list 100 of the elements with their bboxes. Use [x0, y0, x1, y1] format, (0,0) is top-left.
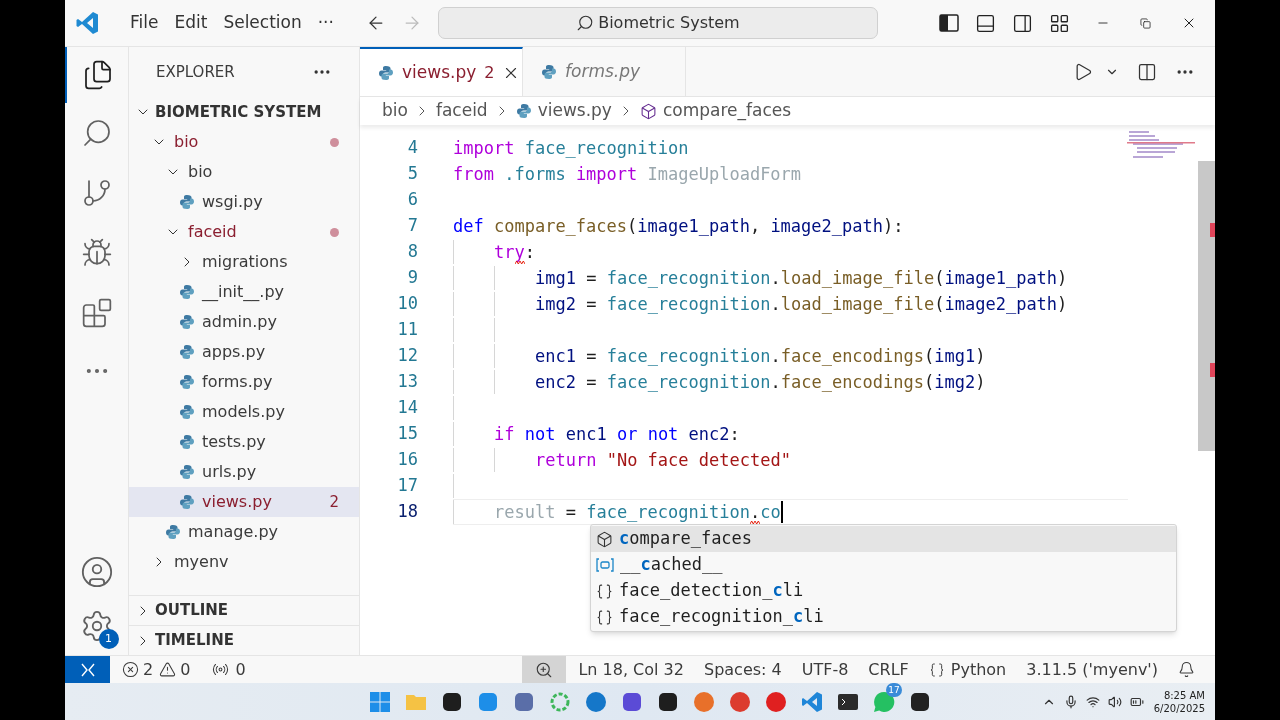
code-line: if not enc1 or not enc2: — [494, 423, 740, 446]
browser-icon[interactable] — [765, 690, 787, 713]
interpreter[interactable]: 3.11.5 ('myenv') — [1026, 657, 1158, 682]
zoom-button[interactable] — [522, 656, 567, 683]
python-icon — [179, 464, 195, 480]
browser-icon[interactable] — [729, 690, 751, 713]
encoding[interactable]: UTF-8 — [801, 657, 849, 682]
tree-item[interactable]: urls.py — [129, 457, 359, 487]
line-number: 13 — [396, 370, 418, 393]
bell-icon[interactable] — [1178, 661, 1195, 678]
browser-icon[interactable] — [693, 690, 715, 713]
split-editor-icon[interactable] — [1137, 61, 1157, 82]
app-icon[interactable] — [441, 690, 463, 713]
breadcrumb[interactable]: bio — [382, 98, 408, 124]
braces-icon — [596, 582, 613, 600]
field-icon — [596, 558, 614, 572]
line-number: 7 — [406, 214, 418, 237]
line-number: 9 — [406, 266, 418, 289]
tree-item[interactable]: apps.py — [129, 337, 359, 367]
tree-item[interactable]: faceid — [129, 217, 359, 247]
layout-icon[interactable] — [1049, 12, 1070, 34]
section-title: OUTLINE — [155, 600, 229, 622]
microphone-icon[interactable] — [1063, 694, 1078, 709]
tree-item[interactable]: views.py 2 — [129, 487, 359, 517]
sidebar-title: EXPLORER — [156, 61, 235, 83]
editor-tab[interactable]: forms.py — [523, 47, 686, 96]
editor-tab[interactable]: views.py 2 — [360, 47, 523, 96]
line-number: 14 — [396, 396, 418, 419]
tree-item[interactable]: tests.py — [129, 427, 359, 457]
tree-item[interactable]: __init__.py — [129, 277, 359, 307]
menu-item[interactable]: Edit — [166, 10, 216, 36]
tree-item[interactable]: bio — [129, 127, 359, 157]
file-name: bio — [174, 131, 199, 153]
clock-date[interactable]: 6/20/2025 — [1153, 701, 1205, 715]
search-text: Biometric System — [598, 12, 740, 34]
section-title: TIMELINE — [155, 630, 234, 652]
tree-item[interactable]: manage.py — [129, 517, 359, 547]
ports-button[interactable]: 0 — [212, 657, 246, 682]
menu-item[interactable]: ··· — [309, 10, 342, 36]
code-icon[interactable] — [801, 690, 823, 713]
section-header[interactable]: TIMELINE — [129, 625, 359, 655]
file-name: admin.py — [202, 311, 277, 333]
error-icon — [122, 661, 139, 678]
tree-item[interactable]: myenv — [129, 547, 359, 577]
breadcrumb[interactable]: faceid — [435, 98, 488, 124]
extensions-icon[interactable] — [80, 297, 113, 329]
line-number: 18 — [396, 500, 418, 523]
breadcrumb[interactable]: compare_faces — [662, 98, 792, 124]
line-number: 5 — [406, 162, 418, 185]
cursor-position[interactable]: Ln 18, Col 32 — [578, 657, 684, 682]
tree-item[interactable]: models.py — [129, 397, 359, 427]
code-line: def compare_faces(image1_path, image2_path): — [453, 215, 904, 238]
panel-toggle-icon[interactable] — [975, 12, 996, 34]
indentation[interactable]: Spaces: 4 — [703, 657, 782, 682]
app-icon[interactable] — [909, 690, 931, 713]
file-name: wsgi.py — [202, 191, 263, 213]
tree-item[interactable]: bio — [129, 157, 359, 187]
language-name: Python — [950, 658, 1007, 681]
tree-item[interactable]: admin.py — [129, 307, 359, 337]
remote-button[interactable] — [65, 656, 110, 683]
browser-icon[interactable] — [585, 690, 607, 713]
restore-icon[interactable] — [1140, 17, 1151, 29]
suggestion-item[interactable]: __cached__ — [591, 552, 1176, 578]
error-marker — [1210, 223, 1215, 237]
search-icon — [576, 14, 595, 32]
folder-name: BIOMETRIC SYSTEM — [155, 101, 322, 123]
scrollbar-thumb[interactable] — [1198, 161, 1215, 451]
app-icon[interactable] — [657, 690, 679, 713]
wifi-icon[interactable] — [1085, 694, 1100, 709]
line-number: 12 — [396, 344, 418, 367]
windows-icon[interactable] — [369, 690, 391, 713]
warning-icon — [159, 661, 177, 678]
breadcrumb[interactable]: views.py — [537, 98, 612, 124]
account-icon[interactable] — [79, 555, 114, 589]
problems-button[interactable]: 2 0 — [122, 657, 191, 682]
language-mode[interactable]: Python — [928, 657, 1007, 682]
menu-item[interactable]: File — [122, 10, 167, 36]
file-name: apps.py — [202, 341, 266, 363]
speaker-icon[interactable] — [1107, 694, 1122, 709]
suggestion-item[interactable]: compare_faces — [591, 526, 1176, 552]
problem-count: 2 — [329, 491, 339, 513]
line-number: 15 — [396, 422, 418, 445]
file-name: urls.py — [202, 461, 257, 483]
run-debug-icon[interactable] — [80, 237, 113, 269]
suggestion-item[interactable]: face_detection_cli — [591, 578, 1176, 604]
file-name: __init__.py — [202, 281, 284, 304]
code-line: try: — [494, 240, 535, 264]
secondary-sidebar-icon[interactable] — [1012, 12, 1033, 34]
suggestion-item[interactable]: face_recognition_cli — [591, 604, 1176, 630]
tree-item[interactable]: BIOMETRIC SYSTEM — [129, 97, 359, 127]
menu-item[interactable]: Selection — [215, 10, 310, 36]
notification-badge: 17 — [886, 682, 902, 697]
section-header[interactable]: OUTLINE — [129, 595, 359, 625]
line-ending[interactable]: CRLF — [868, 657, 909, 682]
tree-item[interactable]: wsgi.py — [129, 187, 359, 217]
clock-time[interactable]: 8:25 AM — [1163, 688, 1205, 702]
tree-item[interactable]: forms.py — [129, 367, 359, 397]
sidebar-toggle-icon[interactable] — [939, 13, 959, 33]
tree-item[interactable]: migrations — [129, 247, 359, 277]
command-center[interactable]: Biometric System — [437, 7, 878, 39]
